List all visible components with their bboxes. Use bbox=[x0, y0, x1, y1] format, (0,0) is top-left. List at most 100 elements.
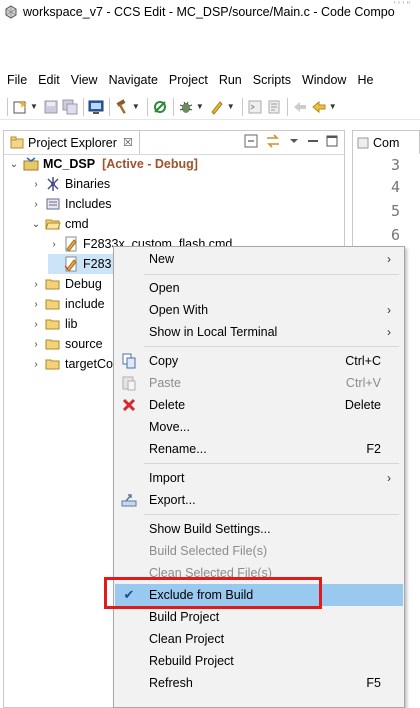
chevron-down-icon[interactable]: ⌄ bbox=[30, 218, 42, 230]
build-hammer-icon[interactable] bbox=[113, 98, 131, 116]
menu-item-refresh[interactable]: Refresh F5 bbox=[115, 672, 403, 694]
menu-item-shortcut: F5 bbox=[366, 676, 381, 690]
chevron-right-icon[interactable]: › bbox=[30, 338, 42, 350]
flash-icon[interactable] bbox=[208, 98, 226, 116]
submenu-arrow-icon: › bbox=[387, 252, 391, 266]
tree-item-debug[interactable]: › Debug bbox=[30, 274, 102, 294]
editor-icon[interactable] bbox=[265, 98, 283, 116]
menu-edit[interactable]: Edit bbox=[38, 73, 60, 87]
save-icon[interactable] bbox=[42, 98, 60, 116]
minimize-icon[interactable] bbox=[307, 134, 319, 148]
tree-item-includes[interactable]: › Includes bbox=[30, 194, 111, 214]
menu-help[interactable]: He bbox=[357, 73, 373, 87]
chevron-right-icon[interactable]: › bbox=[30, 278, 42, 290]
menu-item-copy[interactable]: Copy Ctrl+C bbox=[115, 350, 403, 372]
menu-item-show-build-settings[interactable]: Show Build Settings... bbox=[115, 518, 403, 540]
menu-view[interactable]: View bbox=[71, 73, 98, 87]
menu-bar: File Edit View Navigate Project Run Scri… bbox=[0, 70, 420, 90]
debug-icon[interactable] bbox=[151, 98, 169, 116]
save-all-icon[interactable] bbox=[61, 98, 79, 116]
menu-item-rebuild-project[interactable]: Rebuild Project bbox=[115, 650, 403, 672]
tab-project-explorer[interactable]: Project Explorer ☒ bbox=[4, 130, 140, 155]
menu-item-delete[interactable]: Delete Delete bbox=[115, 394, 403, 416]
last-edit-icon[interactable] bbox=[291, 98, 309, 116]
menu-item-label: Refresh bbox=[149, 676, 193, 690]
menu-item-label: Rename... bbox=[149, 442, 207, 456]
chevron-right-icon[interactable]: › bbox=[30, 298, 42, 310]
tree-item-project[interactable]: ⌄ MC_DSP [Active - Debug] bbox=[8, 154, 198, 174]
menu-item-build-selected-files[interactable]: Build Selected File(s) bbox=[115, 540, 403, 562]
collapse-all-icon[interactable] bbox=[244, 134, 258, 148]
menu-item-paste[interactable]: Paste Ctrl+V bbox=[115, 372, 403, 394]
console-icon[interactable] bbox=[246, 98, 264, 116]
menu-item-open-with[interactable]: Open With › bbox=[115, 299, 403, 321]
tree-item-label: Debug bbox=[65, 277, 102, 291]
chevron-right-icon[interactable]: › bbox=[30, 318, 42, 330]
chevron-down-icon[interactable]: ▼ bbox=[196, 102, 204, 111]
chevron-right-icon[interactable]: › bbox=[30, 178, 42, 190]
line-number: 3 bbox=[390, 156, 400, 174]
chevron-right-icon[interactable]: › bbox=[48, 238, 60, 250]
menu-item-label: Open bbox=[149, 281, 180, 295]
tree-item-label: lib bbox=[65, 317, 78, 331]
menu-item-shortcut: F2 bbox=[366, 442, 381, 456]
menu-item-clean-project[interactable]: Clean Project bbox=[115, 628, 403, 650]
chevron-right-icon[interactable]: › bbox=[30, 358, 42, 370]
delete-icon bbox=[121, 397, 137, 413]
tree-item-selected-file[interactable]: › F283 bbox=[48, 254, 116, 274]
project-status: [Active - Debug] bbox=[102, 157, 198, 171]
chevron-down-icon[interactable]: ▼ bbox=[132, 102, 140, 111]
menu-item-export[interactable]: Export... bbox=[115, 489, 403, 511]
menu-navigate[interactable]: Navigate bbox=[109, 73, 158, 87]
chevron-down-icon[interactable]: ▼ bbox=[30, 102, 38, 111]
tab-label: Project Explorer bbox=[28, 135, 117, 150]
terminal-icon[interactable] bbox=[87, 98, 105, 116]
submenu-arrow-icon: › bbox=[387, 325, 391, 339]
menu-item-label: Build Selected File(s) bbox=[149, 544, 268, 558]
view-toolbar bbox=[244, 134, 338, 148]
tree-item-label: targetCo bbox=[65, 357, 113, 371]
tree-item-cmd[interactable]: ⌄ cmd bbox=[30, 214, 89, 234]
menu-item-rename[interactable]: Rename... F2 bbox=[115, 438, 403, 460]
menu-item-move[interactable]: Move... bbox=[115, 416, 403, 438]
back-icon[interactable] bbox=[310, 98, 328, 116]
tree-item-targetconfigs[interactable]: › targetCo bbox=[30, 354, 113, 374]
menu-file[interactable]: File bbox=[7, 73, 27, 87]
menu-item-label: Move... bbox=[149, 420, 190, 434]
bug-icon[interactable] bbox=[177, 98, 195, 116]
menu-item-shortcut: Ctrl+V bbox=[345, 376, 381, 390]
menu-window[interactable]: Window bbox=[302, 73, 346, 87]
menu-project[interactable]: Project bbox=[169, 73, 208, 87]
tree-item-label: include bbox=[65, 297, 105, 311]
menu-scripts[interactable]: Scripts bbox=[253, 73, 291, 87]
menu-item-import[interactable]: Import › bbox=[115, 467, 403, 489]
menu-item-label: Delete bbox=[149, 398, 186, 412]
menu-item-shortcut: Delete bbox=[344, 398, 381, 412]
includes-icon bbox=[45, 196, 61, 212]
menu-item-build-project[interactable]: Build Project bbox=[115, 606, 403, 628]
folder-icon bbox=[45, 296, 61, 312]
tree-item-include[interactable]: › include bbox=[30, 294, 105, 314]
new-wizard-icon[interactable] bbox=[11, 98, 29, 116]
menu-item-show-in-local-terminal[interactable]: Show in Local Terminal › bbox=[115, 321, 403, 343]
editor-tab[interactable]: Com bbox=[352, 130, 420, 154]
toolbar-separator bbox=[146, 97, 148, 116]
chevron-down-icon[interactable]: ▼ bbox=[227, 102, 235, 111]
maximize-icon[interactable] bbox=[326, 134, 338, 148]
menu-item-new[interactable]: New › bbox=[115, 248, 403, 270]
tree-item-source[interactable]: › source bbox=[30, 334, 102, 354]
link-with-editor-icon[interactable] bbox=[265, 134, 281, 148]
chevron-right-icon[interactable]: › bbox=[30, 198, 42, 210]
chevron-down-icon[interactable]: ▼ bbox=[329, 102, 337, 111]
menu-run[interactable]: Run bbox=[219, 73, 242, 87]
project-name: MC_DSP bbox=[43, 157, 96, 171]
menu-item-open[interactable]: Open bbox=[115, 277, 403, 299]
menu-separator bbox=[144, 346, 399, 347]
close-icon[interactable]: ☒ bbox=[123, 136, 133, 149]
chevron-down-icon[interactable]: ⌄ bbox=[8, 158, 20, 170]
view-menu-icon[interactable] bbox=[288, 134, 300, 148]
tree-item-binaries[interactable]: › Binaries bbox=[30, 174, 110, 194]
tree-item-lib[interactable]: › lib bbox=[30, 314, 78, 334]
menu-item-label: New bbox=[149, 252, 175, 266]
binaries-icon bbox=[45, 176, 61, 192]
